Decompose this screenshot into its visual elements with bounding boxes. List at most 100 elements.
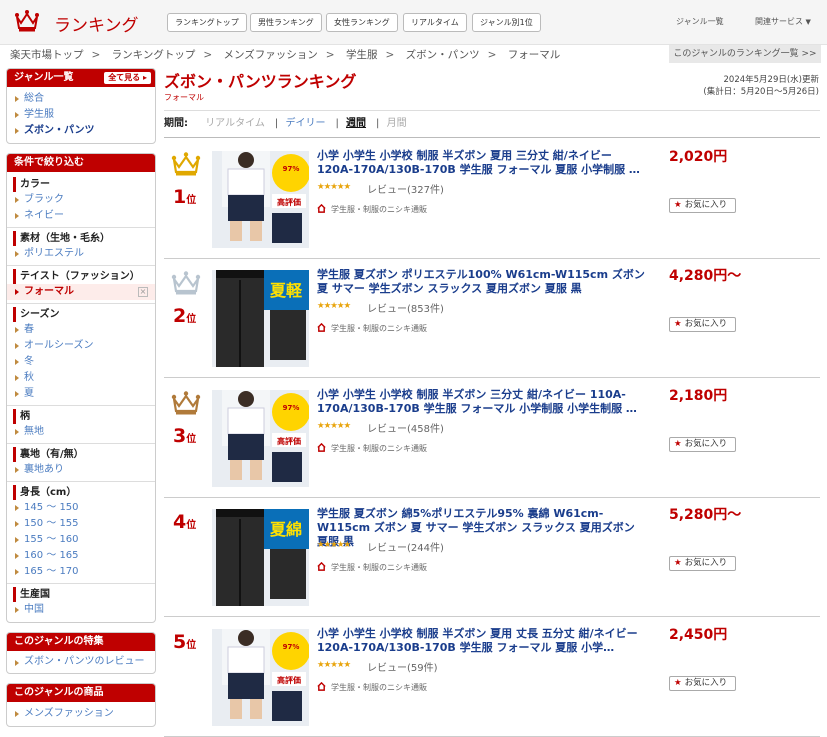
see-all-button[interactable]: 全て見る ▸ — [104, 72, 151, 84]
breadcrumb-item[interactable]: メンズファッション — [224, 49, 318, 61]
related-services-label: 関連サービス — [755, 17, 803, 26]
filter-option[interactable]: 145 ～ 150 — [7, 500, 155, 516]
shop-link[interactable]: 学生服・制服のニシキ通販 — [317, 443, 427, 454]
genre-list-link-top[interactable]: ジャンル一覧 — [676, 16, 724, 27]
filter-option[interactable]: ネイビー — [7, 208, 155, 224]
chevron-down-icon: ▼ — [805, 18, 811, 26]
filter-option[interactable]: 中国 — [7, 602, 155, 618]
genre-item[interactable]: 学生服 — [7, 107, 155, 123]
rank-number: 5位 — [173, 631, 196, 653]
review-link[interactable]: レビュー(458件) — [367, 420, 444, 435]
products-header: このジャンルの商品 — [7, 684, 155, 702]
feature-link[interactable]: ズボン・パンツのレビュー — [7, 655, 155, 669]
nav-genre-first[interactable]: ジャンル別1位 — [472, 13, 541, 32]
product-image[interactable]: 97% 高評価 — [212, 629, 309, 726]
shop-link[interactable]: 学生服・制服のニシキ通販 — [317, 323, 427, 334]
breadcrumb-item[interactable]: 楽天市場トップ — [10, 49, 84, 61]
product-title-link[interactable]: 学生服 夏ズボン ポリエステル100% W61cm-W115cm ズボン 夏 サ… — [317, 268, 647, 296]
nav-realtime[interactable]: リアルタイム — [403, 13, 467, 32]
logo-text[interactable]: ランキング — [54, 11, 139, 36]
svg-text:高評価: 高評価 — [277, 197, 301, 207]
genre-item[interactable]: 総合 — [7, 91, 155, 107]
sidebar: ジャンル一覧 全て見る ▸ 総合 学生服 ズボン・パンツ 条件で絞り込む カラー … — [6, 68, 156, 736]
product-photo: 夏綿 — [216, 509, 309, 606]
shop-name: 学生服・制服のニシキ通販 — [331, 563, 427, 572]
svg-text:夏軽: 夏軽 — [269, 281, 303, 300]
genre-list-header: ジャンル一覧 全て見る ▸ — [7, 69, 155, 87]
product-image[interactable]: 97% 高評価 — [212, 390, 309, 487]
breadcrumb-item[interactable]: ズボン・パンツ — [406, 49, 480, 61]
divider — [7, 481, 155, 482]
breadcrumb-separator: > — [203, 49, 213, 61]
shop-link[interactable]: 学生服・制服のニシキ通販 — [317, 682, 427, 693]
remove-filter-icon[interactable]: × — [138, 287, 148, 297]
filter-option[interactable]: ポリエステル — [7, 246, 155, 262]
filter-section-title: 柄 — [13, 409, 155, 424]
tab-monthly[interactable]: 月間 — [387, 118, 407, 129]
price: 2,450円 — [669, 627, 728, 643]
nav-female-ranking[interactable]: 女性ランキング — [326, 13, 398, 32]
product-image[interactable]: 夏綿 — [212, 509, 309, 606]
breadcrumb-separator: > — [91, 49, 101, 61]
product-title-link[interactable]: 小学 小学生 小学校 制服 半ズボン 三分丈 紺/ネイビー 110A-170A/… — [317, 388, 647, 416]
breadcrumb-item[interactable]: 学生服 — [346, 49, 378, 61]
review-link[interactable]: レビュー(327件) — [367, 181, 444, 196]
tab-realtime[interactable]: リアルタイム — [205, 118, 265, 129]
header: ランキング ランキングトップ 男性ランキング 女性ランキング リアルタイム ジャ… — [0, 0, 827, 45]
filter-option[interactable]: オールシーズン — [7, 338, 155, 354]
favorite-button[interactable]: ★ お気に入り — [669, 317, 736, 332]
filter-option-selected[interactable]: フォーマル × — [7, 284, 155, 300]
filter-option[interactable]: 冬 — [7, 354, 155, 370]
filter-option[interactable]: 春 — [7, 322, 155, 338]
filter-option[interactable]: 無地 — [7, 424, 155, 440]
products-link[interactable]: メンズファッション — [7, 706, 155, 722]
tab-daily[interactable]: デイリー — [285, 118, 325, 129]
breadcrumb-separator: > — [385, 49, 395, 61]
filter-option[interactable]: 夏 — [7, 386, 155, 402]
see-all-label: 全て見る — [108, 73, 141, 82]
favorite-button[interactable]: ★ お気に入り — [669, 437, 736, 452]
filter-option[interactable]: 155 ～ 160 — [7, 532, 155, 548]
crown-logo-icon[interactable] — [14, 9, 40, 33]
divider — [7, 227, 155, 228]
star-icon: ★ — [674, 678, 682, 688]
breadcrumb-item[interactable]: ランキングトップ — [112, 49, 196, 61]
nav-ranking-top[interactable]: ランキングトップ — [167, 13, 247, 32]
review-link[interactable]: レビュー(59件) — [367, 659, 438, 674]
breadcrumb-item[interactable]: フォーマル — [508, 49, 561, 61]
product-image[interactable]: 97% 高評価 — [212, 151, 309, 248]
shop-link[interactable]: 学生服・制服のニシキ通販 — [317, 204, 427, 215]
filter-option[interactable]: 160 ～ 165 — [7, 548, 155, 564]
filter-option[interactable]: 150 ～ 155 — [7, 516, 155, 532]
filter-option[interactable]: ブラック — [7, 192, 155, 208]
filter-option[interactable]: 165 ～ 170 — [7, 564, 155, 580]
svg-text:97%: 97% — [283, 404, 300, 412]
review-link[interactable]: レビュー(244件) — [367, 539, 444, 554]
product-image[interactable]: 夏軽 — [212, 270, 309, 367]
divider — [7, 303, 155, 304]
svg-text:高評価: 高評価 — [277, 675, 301, 685]
rank-value: 5 — [173, 631, 187, 653]
page-subtitle[interactable]: フォーマル — [164, 92, 204, 103]
favorite-button[interactable]: ★ お気に入り — [669, 676, 736, 691]
filter-section-title: 身長（cm） — [13, 485, 155, 500]
favorite-button[interactable]: ★ お気に入り — [669, 198, 736, 213]
divider — [7, 265, 155, 266]
genre-ranking-list-link[interactable]: このジャンルのランキング一覧 >> — [669, 45, 821, 63]
genre-item-current[interactable]: ズボン・パンツ — [7, 123, 155, 139]
product-title-link[interactable]: 小学 小学生 小学校 制服 半ズボン 夏用 三分丈 紺/ネイビー 120A-17… — [317, 149, 647, 177]
rank-suffix: 位 — [186, 520, 197, 531]
product-title-link[interactable]: 小学 小学生 小学校 制服 半ズボン 夏用 丈長 五分丈 紺/ネイビー 120A… — [317, 627, 647, 655]
nav-male-ranking[interactable]: 男性ランキング — [250, 13, 322, 32]
review-link[interactable]: レビュー(853件) — [367, 300, 444, 315]
page-title: ズボン・パンツランキング — [164, 72, 357, 91]
star-icon: ★ — [674, 200, 682, 210]
favorite-button[interactable]: ★ お気に入り — [669, 556, 736, 571]
shop-link[interactable]: 学生服・制服のニシキ通販 — [317, 562, 427, 573]
related-services-menu[interactable]: 関連サービス ▼ — [755, 16, 811, 27]
filter-option[interactable]: 裏地あり — [7, 462, 155, 478]
filter-option[interactable]: 秋 — [7, 370, 155, 386]
tab-weekly[interactable]: 週間 — [346, 118, 366, 129]
price: 2,180円 — [669, 388, 728, 404]
shop-icon — [317, 204, 326, 213]
